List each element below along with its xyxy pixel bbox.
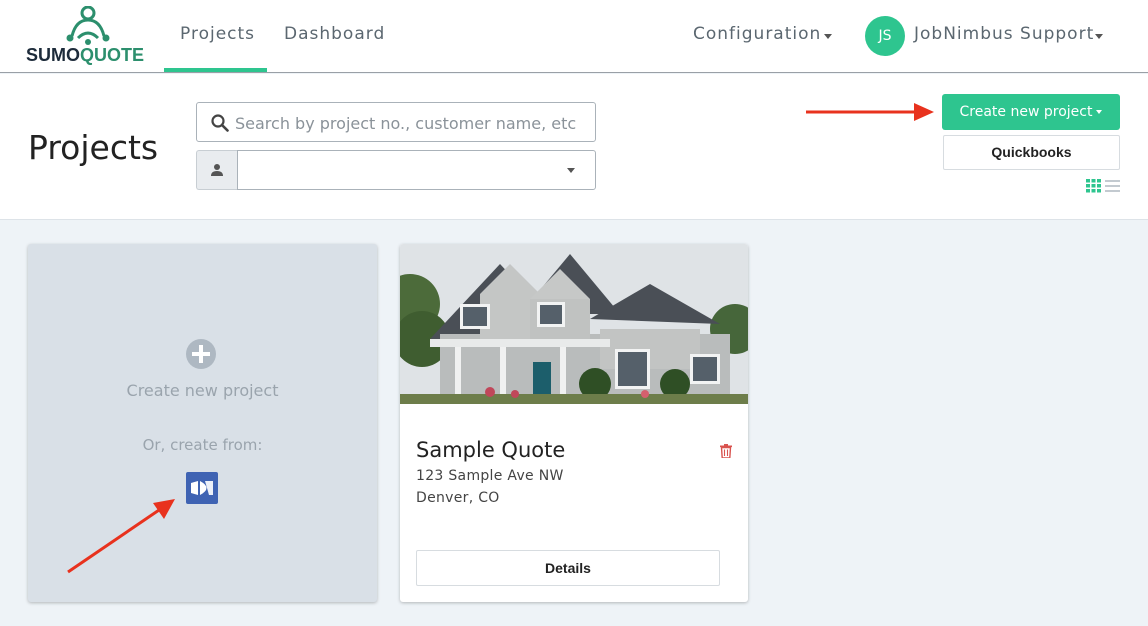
logo-wordmark: SUMOQUOTE [26, 45, 150, 66]
house-photo [400, 244, 748, 404]
list-view-icon[interactable] [1105, 180, 1120, 192]
project-title[interactable]: Sample Quote [416, 438, 565, 462]
sumo-wrestler-icon [66, 6, 110, 45]
chevron-down-icon[interactable] [1095, 34, 1103, 39]
project-house-image[interactable] [400, 244, 748, 404]
create-new-project-card-title[interactable]: Create new project [28, 381, 377, 400]
logo-text-quote: QUOTE [80, 45, 145, 65]
jobnimbus-icon[interactable] [186, 472, 218, 504]
chevron-down-icon [567, 168, 575, 173]
create-new-project-button[interactable]: Create new project [942, 94, 1120, 130]
avatar[interactable]: JS [865, 16, 905, 56]
projects-header: Projects Create new project Quickbooks [0, 74, 1148, 220]
search-icon [211, 114, 229, 132]
create-new-project-card[interactable]: Create new project Or, create from: [28, 244, 377, 602]
logo-text-sumo: SUMO [26, 45, 80, 65]
user-filter-addon [196, 150, 238, 190]
grid-view-icon[interactable] [1086, 179, 1101, 193]
trash-icon[interactable] [720, 444, 732, 458]
project-card[interactable]: Sample Quote 123 Sample Ave NW Denver, C… [400, 244, 748, 602]
search-box[interactable] [196, 102, 596, 142]
create-from-label: Or, create from: [142, 436, 263, 454]
nav-configuration-menu[interactable]: Configuration [693, 24, 821, 44]
search-input[interactable] [235, 111, 585, 135]
chevron-down-icon[interactable] [824, 34, 832, 39]
details-button[interactable]: Details [416, 550, 720, 586]
nav-active-indicator [164, 68, 267, 72]
top-navbar: SUMOQUOTE Projects Dashboard Configurati… [0, 0, 1148, 73]
jobnimbus-logo-mark [191, 481, 213, 495]
project-address-line1: 123 Sample Ave NW [416, 468, 564, 484]
person-icon [211, 164, 223, 176]
project-address-line2: Denver, CO [416, 490, 500, 506]
user-filter-select[interactable] [237, 150, 596, 190]
quickbooks-button[interactable]: Quickbooks [943, 135, 1120, 170]
page-title: Projects [28, 128, 159, 167]
plus-circle-icon[interactable] [186, 339, 216, 369]
user-menu[interactable]: JobNimbus Support [914, 24, 1094, 44]
sumoquote-logo[interactable]: SUMOQUOTE [26, 6, 150, 66]
chevron-down-icon [1096, 110, 1103, 114]
create-new-project-label: Create new project [959, 104, 1093, 120]
nav-dashboard[interactable]: Dashboard [284, 24, 385, 44]
nav-projects[interactable]: Projects [180, 24, 255, 44]
